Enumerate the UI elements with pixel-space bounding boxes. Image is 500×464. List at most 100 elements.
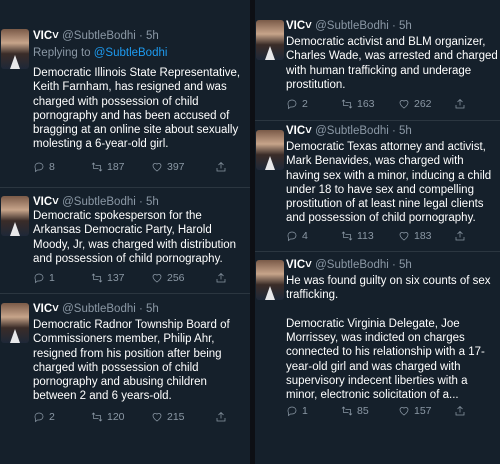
- like-count: 157: [414, 405, 432, 417]
- timestamp[interactable]: · 5h: [392, 259, 412, 271]
- heart-icon: [152, 163, 162, 172]
- like-button[interactable]: 215: [151, 411, 185, 423]
- tweet-header: VIC˅ @SubtleBodhi · 5h: [33, 30, 159, 42]
- reply-button[interactable]: 1: [286, 405, 308, 417]
- display-name[interactable]: VIC: [286, 259, 305, 271]
- avatar[interactable]: [256, 130, 284, 170]
- display-name[interactable]: VIC: [286, 125, 305, 137]
- reply-to-link[interactable]: @SubtleBodhi: [94, 47, 168, 59]
- retweet-button[interactable]: 120: [91, 411, 125, 423]
- tweet[interactable]: VIC˅ @SubtleBodhi · 5h Democratic spokes…: [0, 188, 250, 296]
- reply-count: 8: [49, 161, 55, 173]
- like-button[interactable]: 183: [398, 230, 432, 242]
- reply-button[interactable]: 1: [33, 272, 55, 284]
- retweet-icon: [91, 162, 103, 172]
- share-button[interactable]: [454, 405, 466, 417]
- like-button[interactable]: 397: [151, 161, 185, 173]
- retweet-icon: [91, 412, 103, 422]
- reply-icon: [34, 162, 44, 173]
- heart-icon: [399, 232, 409, 241]
- like-count: 183: [414, 230, 432, 242]
- tweet-header: VIC˅ @SubtleBodhi · 5h: [33, 303, 159, 315]
- tweet-header: VIC˅ @SubtleBodhi · 5h: [286, 259, 412, 271]
- retweet-icon: [91, 273, 103, 283]
- tweet-text: He was found guilty on six counts of sex…: [286, 275, 491, 402]
- share-button[interactable]: [454, 230, 466, 242]
- reply-button[interactable]: 4: [286, 230, 308, 242]
- reply-button[interactable]: 8: [33, 161, 55, 173]
- share-button[interactable]: [454, 98, 466, 110]
- retweet-button[interactable]: 187: [91, 161, 125, 173]
- handle[interactable]: @SubtleBodhi: [315, 259, 389, 271]
- handle[interactable]: @SubtleBodhi: [315, 20, 389, 32]
- retweet-count: 137: [107, 272, 125, 284]
- retweet-count: 120: [107, 411, 125, 423]
- reply-icon: [34, 273, 44, 284]
- reply-count: 2: [302, 98, 308, 110]
- timestamp[interactable]: · 5h: [139, 30, 159, 42]
- retweet-button[interactable]: 163: [341, 98, 375, 110]
- tweet[interactable]: VIC˅ @SubtleBodhi · 5h Democratic activi…: [255, 0, 500, 122]
- tweet-actions: 1 137 256: [33, 272, 243, 288]
- tweet[interactable]: VIC˅ @SubtleBodhi · 5h Democratic Radnor…: [0, 294, 250, 444]
- timestamp[interactable]: · 5h: [139, 196, 159, 208]
- share-icon: [216, 161, 226, 172]
- tweet-text: Democratic Radnor Township Board of Comm…: [33, 319, 230, 403]
- handle[interactable]: @SubtleBodhi: [315, 125, 389, 137]
- display-name[interactable]: VIC: [33, 303, 52, 315]
- timestamp[interactable]: · 5h: [392, 20, 412, 32]
- retweet-button[interactable]: 113: [341, 230, 374, 242]
- like-count: 397: [167, 161, 185, 173]
- retweet-count: 187: [107, 161, 125, 173]
- reply-button[interactable]: 2: [33, 411, 55, 423]
- tweet-actions: 2 163 262: [286, 98, 496, 114]
- tweet-header: VIC˅ @SubtleBodhi · 5h: [33, 196, 159, 208]
- verified-badge-icon: ˅: [305, 125, 312, 137]
- tweet-actions: 1 85 157: [286, 405, 496, 421]
- avatar[interactable]: [1, 196, 29, 236]
- avatar[interactable]: [256, 260, 284, 300]
- reply-context: Replying to @SubtleBodhi: [33, 47, 167, 59]
- share-button[interactable]: [215, 161, 227, 173]
- like-button[interactable]: 256: [151, 272, 185, 284]
- retweet-button[interactable]: 85: [341, 405, 369, 417]
- tweet-text: Democratic Illinois State Representative…: [33, 67, 241, 151]
- avatar[interactable]: [256, 20, 284, 60]
- like-button[interactable]: 262: [398, 98, 432, 110]
- display-name[interactable]: VIC: [33, 196, 52, 208]
- tweet-header: VIC˅ @SubtleBodhi · 5h: [286, 125, 412, 137]
- like-button[interactable]: 157: [398, 405, 432, 417]
- tweet[interactable]: VIC˅ @SubtleBodhi · 5h Replying to @Subt…: [0, 0, 250, 190]
- like-count: 256: [167, 272, 185, 284]
- right-tweet-panel: VIC˅ @SubtleBodhi · 5h Democratic activi…: [255, 0, 500, 464]
- tweet-text: Democratic spokesperson for the Arkansas…: [33, 210, 237, 265]
- reply-button[interactable]: 2: [286, 98, 308, 110]
- handle[interactable]: @SubtleBodhi: [62, 30, 136, 42]
- verified-badge-icon: ˅: [52, 30, 59, 42]
- reply-icon: [287, 231, 297, 242]
- share-icon: [455, 405, 465, 416]
- reply-count: 1: [49, 272, 55, 284]
- timestamp[interactable]: · 5h: [392, 125, 412, 137]
- tweet[interactable]: VIC˅ @SubtleBodhi · 5h Democratic Texas …: [255, 121, 500, 251]
- reply-count: 4: [302, 230, 308, 242]
- handle[interactable]: @SubtleBodhi: [62, 303, 136, 315]
- tweet-text: Democratic activist and BLM organizer, C…: [286, 36, 498, 91]
- retweet-icon: [341, 99, 353, 109]
- avatar[interactable]: [1, 303, 29, 343]
- avatar[interactable]: [1, 29, 29, 69]
- retweet-icon: [341, 231, 353, 241]
- retweet-button[interactable]: 137: [91, 272, 125, 284]
- display-name[interactable]: VIC: [33, 30, 52, 42]
- display-name[interactable]: VIC: [286, 20, 305, 32]
- retweet-count: 85: [357, 405, 369, 417]
- share-button[interactable]: [215, 272, 227, 284]
- like-count: 262: [414, 98, 432, 110]
- verified-badge-icon: ˅: [52, 196, 59, 208]
- share-button[interactable]: [215, 411, 227, 423]
- tweet[interactable]: VIC˅ @SubtleBodhi · 5h He was found guil…: [255, 252, 500, 427]
- reply-prefix: Replying to: [33, 47, 94, 59]
- handle[interactable]: @SubtleBodhi: [62, 196, 136, 208]
- heart-icon: [152, 413, 162, 422]
- timestamp[interactable]: · 5h: [139, 303, 159, 315]
